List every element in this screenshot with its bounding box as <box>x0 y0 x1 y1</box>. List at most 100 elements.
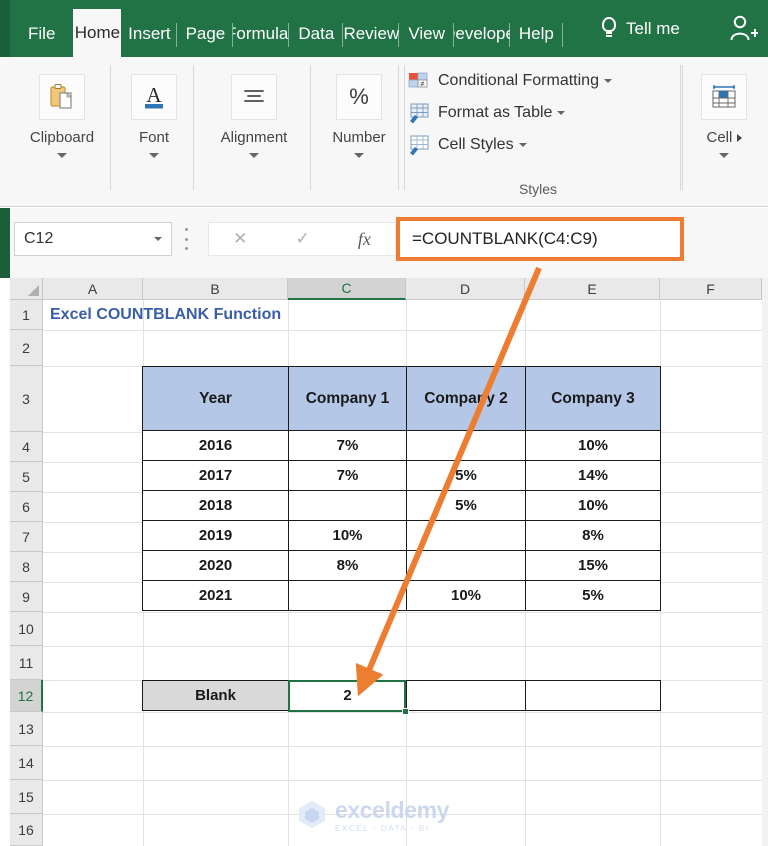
header-company-1[interactable]: Company 1 <box>288 366 407 431</box>
number-dropdown-icon[interactable] <box>354 153 364 158</box>
select-all-corner[interactable] <box>10 278 43 300</box>
row-header-4[interactable]: 4 <box>10 432 43 462</box>
row-header-15[interactable]: 15 <box>10 780 43 814</box>
chevron-down-icon[interactable] <box>154 237 162 241</box>
row-header-12[interactable]: 12 <box>10 680 43 712</box>
clipboard-icon[interactable] <box>39 74 85 120</box>
header-year[interactable]: Year <box>142 366 289 431</box>
alignment-dropdown-icon[interactable] <box>249 153 259 158</box>
conditional-formatting-button[interactable]: ≠ Conditional Formatting <box>408 67 612 95</box>
cell-d6[interactable]: 5% <box>406 490 526 521</box>
row-header-10[interactable]: 10 <box>10 612 43 646</box>
cell-e5[interactable]: 14% <box>525 460 661 491</box>
ribbon-group-cells[interactable]: Cell <box>682 57 754 205</box>
tab-page-layout[interactable]: Page <box>177 11 234 57</box>
cell-c5[interactable]: 7% <box>288 460 407 491</box>
cell-b6[interactable]: 2018 <box>142 490 289 521</box>
row-header-13[interactable]: 13 <box>10 712 43 746</box>
cancel-formula-icon[interactable]: ✕ <box>233 229 247 249</box>
tab-formulas[interactable]: Formulas <box>233 11 290 57</box>
header-company-2[interactable]: Company 2 <box>406 366 526 431</box>
chevron-right-icon[interactable] <box>736 134 742 143</box>
cell-c7[interactable]: 10% <box>288 520 407 551</box>
format-as-table-button[interactable]: Format as Table <box>408 99 612 127</box>
cell-d4[interactable] <box>406 430 526 461</box>
blank-result-cell[interactable]: 2 <box>288 680 407 711</box>
cell-d9[interactable]: 10% <box>406 580 526 611</box>
watermark-text: exceldemy EXCEL - DATA - BI <box>335 799 449 833</box>
tab-review[interactable]: Review <box>343 11 400 57</box>
cell-b7[interactable]: 2019 <box>142 520 289 551</box>
row-header-5[interactable]: 5 <box>10 462 43 492</box>
tab-home[interactable]: Home <box>73 9 122 57</box>
column-header-c[interactable]: C <box>288 278 406 300</box>
share-person-icon[interactable] <box>728 14 759 42</box>
row-header-1[interactable]: 1 <box>10 300 43 330</box>
row-header-8[interactable]: 8 <box>10 552 43 582</box>
ribbon-group-font[interactable]: A Font <box>115 57 194 205</box>
percent-icon[interactable]: % <box>336 74 382 120</box>
cell-e9[interactable]: 5% <box>525 580 661 611</box>
ribbon-group-alignment[interactable]: Alignment <box>198 57 311 205</box>
row-header-11[interactable]: 11 <box>10 646 43 680</box>
tab-view[interactable]: View <box>399 11 454 57</box>
cell-b9[interactable]: 2021 <box>142 580 289 611</box>
ribbon-group-clipboard[interactable]: Clipboard <box>14 57 111 205</box>
row-header-16[interactable]: 16 <box>10 814 43 846</box>
tab-data[interactable]: Data <box>289 11 344 57</box>
cell-styles-button[interactable]: Cell Styles <box>408 131 612 159</box>
tab-help[interactable]: Help <box>510 11 563 57</box>
cell-e8[interactable]: 15% <box>525 550 661 581</box>
vertical-scrollbar[interactable] <box>762 278 768 846</box>
tell-me-box[interactable]: Tell me <box>600 0 680 57</box>
column-header-f[interactable]: F <box>660 278 762 300</box>
cells-dropdown-icon[interactable] <box>719 153 729 158</box>
cell-d8[interactable] <box>406 550 526 581</box>
column-header-d[interactable]: D <box>406 278 525 300</box>
row-header-6[interactable]: 6 <box>10 492 43 522</box>
cell-b4[interactable]: 2016 <box>142 430 289 461</box>
alignment-icon[interactable] <box>231 74 277 120</box>
cell-e7[interactable]: 8% <box>525 520 661 551</box>
cell-d7[interactable] <box>406 520 526 551</box>
font-a-icon[interactable]: A <box>131 74 177 120</box>
row-header-2[interactable]: 2 <box>10 330 43 366</box>
insert-function-icon[interactable]: fx <box>358 229 371 250</box>
fill-handle[interactable] <box>402 708 409 715</box>
name-box[interactable]: C12 <box>14 222 172 256</box>
header-company-3[interactable]: Company 3 <box>525 366 661 431</box>
cell-e4[interactable]: 10% <box>525 430 661 461</box>
font-dropdown-icon[interactable] <box>149 153 159 158</box>
tab-developer[interactable]: Developer <box>454 11 510 57</box>
chevron-down-icon[interactable] <box>603 79 612 83</box>
formula-bar-grip[interactable] <box>184 228 188 250</box>
chevron-down-icon[interactable] <box>518 143 527 147</box>
cell-c9[interactable] <box>288 580 407 611</box>
row-header-7[interactable]: 7 <box>10 522 43 552</box>
cell-b8[interactable]: 2020 <box>142 550 289 581</box>
blank-label-cell[interactable]: Blank <box>142 680 289 711</box>
clipboard-dropdown-icon[interactable] <box>57 153 67 158</box>
cells-icon[interactable] <box>701 74 747 120</box>
row-header-9[interactable]: 9 <box>10 582 43 612</box>
cell-c6[interactable] <box>288 490 407 521</box>
formula-input[interactable]: =COUNTBLANK(C4:C9) <box>396 217 684 261</box>
cell-d5[interactable]: 5% <box>406 460 526 491</box>
cell-c8[interactable]: 8% <box>288 550 407 581</box>
cell-d12[interactable] <box>406 680 526 711</box>
chevron-down-icon[interactable] <box>557 111 566 115</box>
tab-file[interactable]: File <box>10 11 73 57</box>
tab-insert[interactable]: Insert <box>121 11 178 57</box>
column-header-b[interactable]: B <box>143 278 288 300</box>
column-header-a[interactable]: A <box>43 278 143 300</box>
cell-c4[interactable]: 7% <box>288 430 407 461</box>
row-header-3[interactable]: 3 <box>10 366 43 432</box>
column-header-e[interactable]: E <box>525 278 660 300</box>
row-header-14[interactable]: 14 <box>10 746 43 780</box>
cell-e12[interactable] <box>525 680 661 711</box>
ribbon-group-number[interactable]: % Number <box>314 57 405 205</box>
sheet-title-cell[interactable]: Excel COUNTBLANK Function <box>50 306 281 324</box>
cell-e6[interactable]: 10% <box>525 490 661 521</box>
confirm-formula-icon[interactable]: ✓ <box>295 229 309 249</box>
cell-b5[interactable]: 2017 <box>142 460 289 491</box>
